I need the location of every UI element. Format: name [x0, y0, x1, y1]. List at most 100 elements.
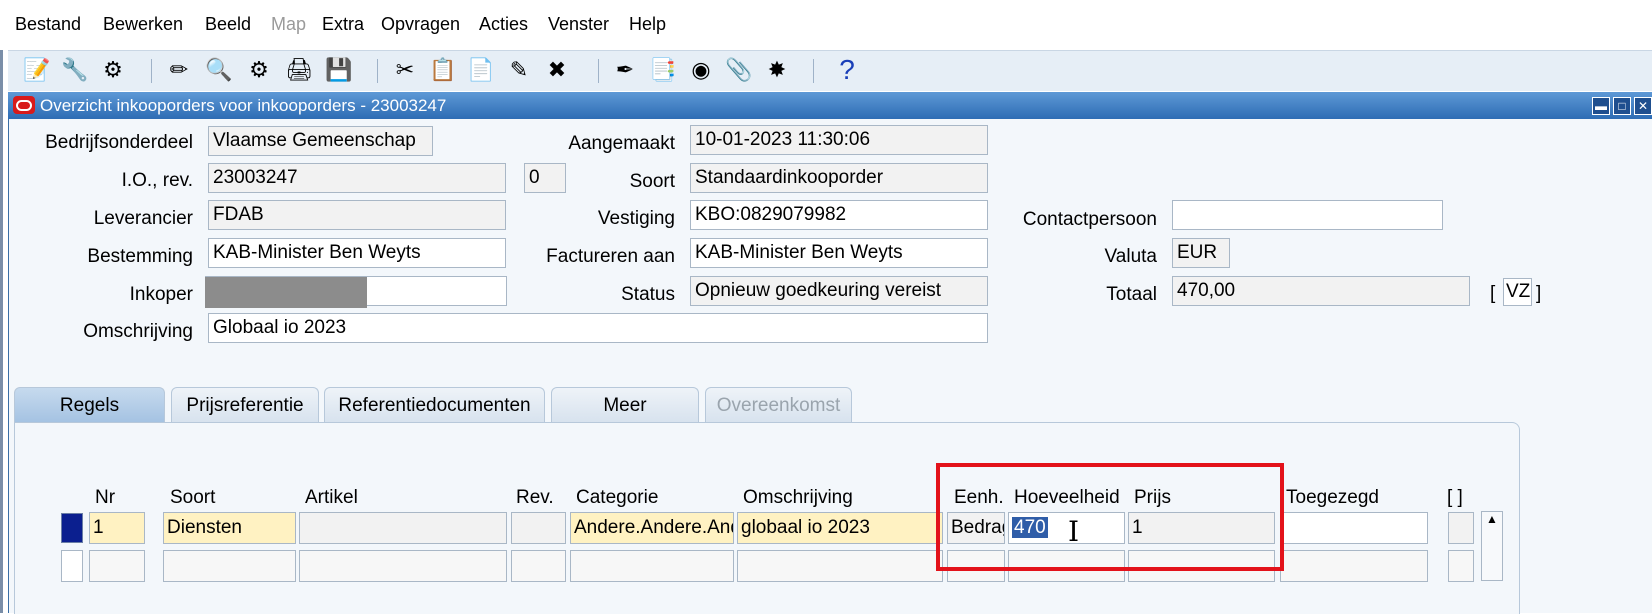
menu-acties[interactable]: Acties [479, 14, 528, 35]
gear-icon[interactable]: ⚙ [244, 55, 274, 85]
vz-field[interactable]: VZ [1503, 278, 1532, 306]
tab-prijsreferentie[interactable]: Prijsreferentie [171, 387, 319, 423]
factureren-label: Factureren aan [546, 246, 675, 267]
omschrijving-field[interactable]: Globaal io 2023 [208, 313, 988, 343]
row-selector-current[interactable] [61, 513, 83, 543]
toolbar-separator [151, 59, 152, 83]
copy-icon[interactable]: 📋 [428, 55, 458, 85]
valuta-label: Valuta [1104, 246, 1157, 267]
save-icon[interactable]: 💾 [324, 55, 354, 85]
help-icon[interactable]: ? [832, 55, 862, 85]
contactpersoon-field[interactable] [1172, 200, 1443, 230]
toolbar-separator [377, 59, 378, 83]
menu-beeld[interactable]: Beeld [205, 14, 251, 35]
row-nr-cell[interactable]: 1 [89, 512, 145, 544]
totaal-field[interactable]: 470,00 [1172, 276, 1470, 306]
edit-icon[interactable]: ✏ [164, 55, 194, 85]
menu-bar: Bestand Bewerken Beeld Map Extra Opvrage… [0, 0, 1652, 50]
scroll-up-icon[interactable]: ▲ [1486, 512, 1498, 526]
toolbar-separator [598, 59, 599, 83]
menu-bestand[interactable]: Bestand [15, 14, 81, 35]
menu-map: Map [271, 14, 307, 34]
empty-row-cell[interactable] [737, 550, 943, 582]
empty-row-cell[interactable] [511, 550, 566, 582]
soort-label: Soort [629, 171, 675, 192]
menu-extra[interactable]: Extra [322, 14, 364, 35]
lines-scrollbar[interactable]: ▲ [1481, 511, 1503, 581]
bestemming-label: Bestemming [87, 246, 193, 267]
highlight-box [936, 463, 1284, 571]
row-toegezegd-cell[interactable] [1280, 512, 1428, 544]
totaal-label: Totaal [1106, 284, 1157, 305]
empty-row-cell[interactable] [89, 550, 145, 582]
toolbar: 📝 🔧 ⚙ ✏ 🔍 ⚙ 🖨 💾 ✂ 📋 📄 ✎ ✖ ✒ 📑 ◉ 📎 ✸ ? [8, 50, 1652, 91]
io-number-field[interactable]: 23003247 [208, 163, 506, 193]
bestemming-field[interactable]: KAB-Minister Ben Weyts [208, 238, 506, 268]
leverancier-label: Leverancier [93, 208, 193, 229]
column-header-nr: Nr [95, 487, 116, 508]
valuta-field[interactable]: EUR [1172, 238, 1230, 268]
window-title: Overzicht inkooporders voor inkooporders… [40, 96, 447, 115]
menu-opvragen[interactable]: Opvragen [381, 14, 460, 35]
row-flex-cell[interactable] [1448, 512, 1474, 544]
factureren-field[interactable]: KAB-Minister Ben Weyts [690, 238, 988, 268]
close-icon[interactable]: ✕ [1634, 97, 1652, 115]
magic-icon[interactable]: ✸ [762, 55, 792, 85]
row-rev-cell[interactable] [511, 512, 566, 544]
help-circle-icon[interactable]: ⚙ [98, 55, 128, 85]
print-icon[interactable]: 🖨 [284, 55, 314, 85]
new-record-icon[interactable]: 📝 [22, 55, 52, 85]
form-icon[interactable]: 📑 [648, 55, 678, 85]
column-header-rev: Rev. [516, 487, 554, 508]
globe-icon[interactable]: ◉ [686, 55, 716, 85]
column-header-soort: Soort [170, 487, 216, 508]
tools-icon[interactable]: 🔧 [60, 55, 90, 85]
menu-help[interactable]: Help [629, 14, 666, 35]
attach-icon[interactable]: 📎 [724, 55, 754, 85]
io-rev-label: I.O., rev. [121, 170, 193, 191]
soort-field[interactable]: Standaardinkooporder [690, 163, 988, 193]
column-header-flex: [ ] [1447, 487, 1463, 508]
column-header-toegezegd: Toegezegd [1286, 487, 1379, 508]
empty-row-cell[interactable] [299, 550, 507, 582]
clear-icon[interactable]: ✖ [542, 55, 572, 85]
tab-referentiedocumenten[interactable]: Referentiedocumenten [324, 387, 545, 423]
inkoper-label: Inkoper [129, 284, 193, 305]
status-label: Status [621, 284, 675, 305]
revision-field[interactable]: 0 [524, 163, 566, 193]
aangemaakt-field[interactable]: 10-01-2023 11:30:06 [690, 125, 988, 155]
row-omschrijving-cell[interactable]: globaal io 2023 [737, 512, 943, 544]
row-soort-cell[interactable]: Diensten [163, 512, 296, 544]
pen-icon[interactable]: ✒ [610, 55, 640, 85]
row-categorie-cell[interactable]: Andere.Andere.Andere [570, 512, 734, 544]
aangemaakt-label: Aangemaakt [568, 133, 675, 154]
maximize-icon[interactable]: □ [1613, 97, 1631, 115]
status-field[interactable]: Opnieuw goedkeuring vereist [690, 276, 988, 306]
omschrijving-label: Omschrijving [83, 321, 193, 342]
bedrijfsonderdeel-field[interactable]: Vlaamse Gemeenschap [208, 126, 433, 156]
row-artikel-cell[interactable] [299, 512, 507, 544]
minimize-icon[interactable]: ▬ [1592, 97, 1610, 115]
paste-icon[interactable]: 📄 [466, 55, 496, 85]
empty-row-cell[interactable] [1448, 550, 1474, 582]
tab-meer[interactable]: Meer [551, 387, 699, 423]
redacted-block [205, 277, 367, 308]
bedrijfsonderdeel-label: Bedrijfsonderdeel [45, 132, 193, 153]
search-icon[interactable]: 🔍 [204, 55, 234, 85]
vz-bracket-close: ] [1536, 283, 1542, 304]
empty-row-cell[interactable] [163, 550, 296, 582]
window-left-edge [0, 0, 3, 613]
row-selector[interactable] [61, 550, 83, 582]
cut-icon[interactable]: ✂ [390, 55, 420, 85]
tab-regels[interactable]: Regels [14, 387, 165, 423]
column-header-artikel: Artikel [305, 487, 358, 508]
empty-row-cell[interactable] [570, 550, 734, 582]
sign-icon[interactable]: ✎ [504, 55, 534, 85]
leverancier-field[interactable]: FDAB [208, 200, 506, 230]
empty-row-cell[interactable] [1280, 550, 1428, 582]
tab-overeenkomst: Overeenkomst [705, 387, 852, 423]
vestiging-field[interactable]: KBO:0829079982 [690, 200, 988, 230]
menu-venster[interactable]: Venster [548, 14, 609, 35]
menu-bewerken[interactable]: Bewerken [103, 14, 183, 35]
column-header-omschrijving: Omschrijving [743, 487, 853, 508]
